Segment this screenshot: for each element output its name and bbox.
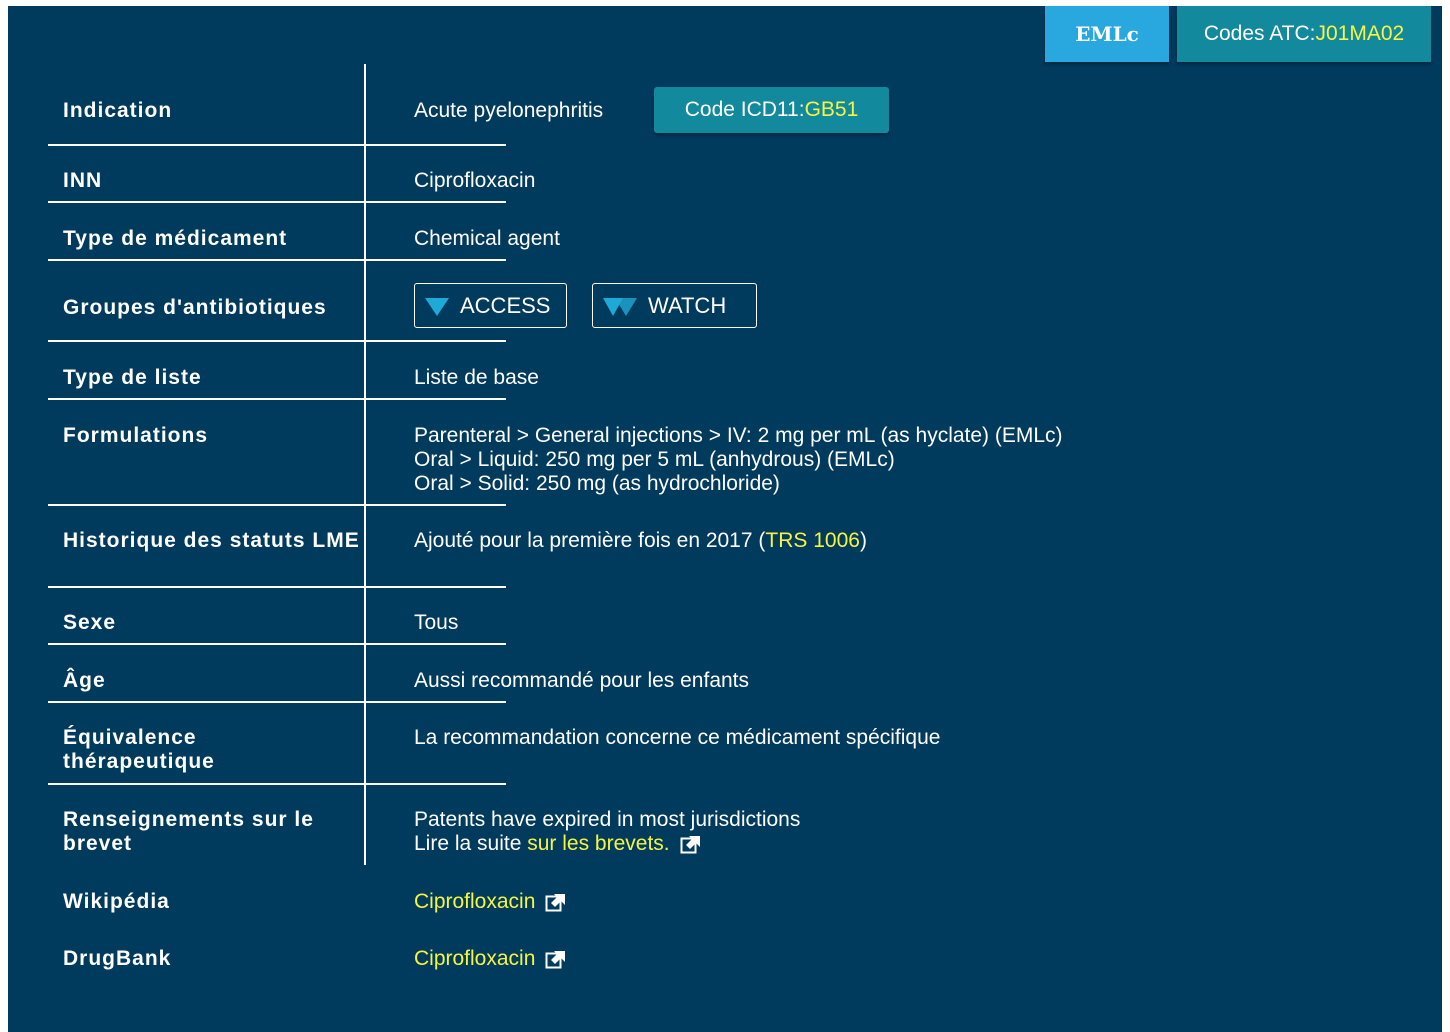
formulation-item: Parenteral > General injections > IV: 2 … xyxy=(414,424,1063,447)
drugbank-link[interactable]: Ciprofloxacin xyxy=(414,947,535,970)
watch-group-button[interactable]: WATCH xyxy=(592,283,757,328)
formulation-item: Oral > Liquid: 250 mg per 5 mL (anhydrou… xyxy=(414,448,895,471)
med-type-label: Type de médicament xyxy=(63,227,288,250)
row-divider xyxy=(48,783,366,785)
row-divider xyxy=(366,201,506,203)
patent-info-label: Renseignements sur le brevet xyxy=(63,808,314,855)
row-divider xyxy=(48,398,366,400)
sex-label: Sexe xyxy=(63,611,117,634)
drugbank-label: DrugBank xyxy=(63,947,172,970)
therapeutic-equivalence-value: La recommandation concerne ce médicament… xyxy=(414,726,941,749)
row-divider xyxy=(48,201,366,203)
external-link-icon[interactable] xyxy=(545,892,567,912)
row-divider xyxy=(366,398,506,400)
row-divider xyxy=(366,504,506,506)
external-link-icon[interactable] xyxy=(545,949,567,969)
header-badges: EMLc Codes ATC: J01MA02 xyxy=(1045,6,1431,62)
formulation-item: Oral > Solid: 250 mg (as hydrochloride) xyxy=(414,472,780,495)
age-label: Âge xyxy=(63,669,106,692)
patent-read-more: Lire la suite sur les brevets. xyxy=(414,832,800,856)
icd-code-button[interactable]: Code ICD11: GB51 xyxy=(654,87,889,133)
row-divider xyxy=(366,259,506,261)
atc-code-link[interactable]: J01MA02 xyxy=(1315,22,1404,46)
row-divider xyxy=(48,340,366,342)
status-history-suffix: ) xyxy=(859,529,867,552)
wikipedia-label: Wikipédia xyxy=(63,890,170,913)
antibiotic-groups-label: Groupes d'antibiotiques xyxy=(63,296,327,319)
row-divider xyxy=(366,643,506,645)
row-divider xyxy=(366,701,506,703)
inn-label: INN xyxy=(63,169,103,192)
status-history-text: Ajouté pour la première fois en 2017 ( xyxy=(414,529,766,552)
icd-label: Code ICD11: xyxy=(684,98,805,121)
atc-label: Codes ATC: xyxy=(1203,22,1316,45)
atc-code-badge[interactable]: Codes ATC: J01MA02 xyxy=(1177,6,1431,62)
medicine-info-panel: EMLc Codes ATC: J01MA02 Indication Acute… xyxy=(8,6,1442,1032)
triangle-down-icon xyxy=(425,297,449,316)
med-type-value: Chemical agent xyxy=(414,227,560,250)
access-label: ACCESS xyxy=(460,292,551,318)
status-history-value: Ajouté pour la première fois en 2017 (TR… xyxy=(414,529,867,553)
row-divider xyxy=(366,340,506,342)
external-link-icon[interactable] xyxy=(680,834,702,854)
patent-info-value: Patents have expired in most jurisdictio… xyxy=(414,808,800,856)
patent-read-more-text: Lire la suite xyxy=(414,832,528,855)
wikipedia-link[interactable]: Ciprofloxacin xyxy=(414,890,535,913)
age-value: Aussi recommandé pour les enfants xyxy=(414,669,750,692)
access-group-button[interactable]: ACCESS xyxy=(414,283,567,328)
watch-label: WATCH xyxy=(648,292,727,318)
inn-value: Ciprofloxacin xyxy=(414,169,536,192)
patent-link[interactable]: sur les brevets. xyxy=(527,832,669,855)
formulations-label: Formulations xyxy=(63,424,209,447)
drugbank-value: Ciprofloxacin xyxy=(414,947,567,971)
row-divider xyxy=(48,701,366,703)
row-divider xyxy=(48,504,366,506)
row-divider xyxy=(48,259,366,261)
therapeutic-equivalence-label: Équivalence thérapeutique xyxy=(63,726,215,773)
row-divider xyxy=(48,144,366,146)
indication-label: Indication xyxy=(63,99,173,122)
column-divider xyxy=(364,64,366,865)
list-type-value: Liste de base xyxy=(414,366,539,389)
row-divider xyxy=(48,643,366,645)
trs-link[interactable]: TRS 1006 xyxy=(765,529,860,552)
indication-value: Acute pyelonephritis xyxy=(414,99,604,122)
icd-code[interactable]: GB51 xyxy=(805,98,859,122)
formulations-value: Parenteral > General injections > IV: 2 … xyxy=(414,424,1063,496)
row-divider xyxy=(48,586,366,588)
status-history-label: Historique des statuts LME xyxy=(63,529,360,552)
row-divider xyxy=(366,783,506,785)
patent-status: Patents have expired in most jurisdictio… xyxy=(414,808,801,831)
double-triangle-icon xyxy=(603,297,637,316)
sex-value: Tous xyxy=(414,611,459,634)
list-type-label: Type de liste xyxy=(63,366,202,389)
wikipedia-value: Ciprofloxacin xyxy=(414,890,567,914)
row-divider xyxy=(366,144,506,146)
row-divider xyxy=(366,586,506,588)
emlc-badge[interactable]: EMLc xyxy=(1045,6,1169,62)
